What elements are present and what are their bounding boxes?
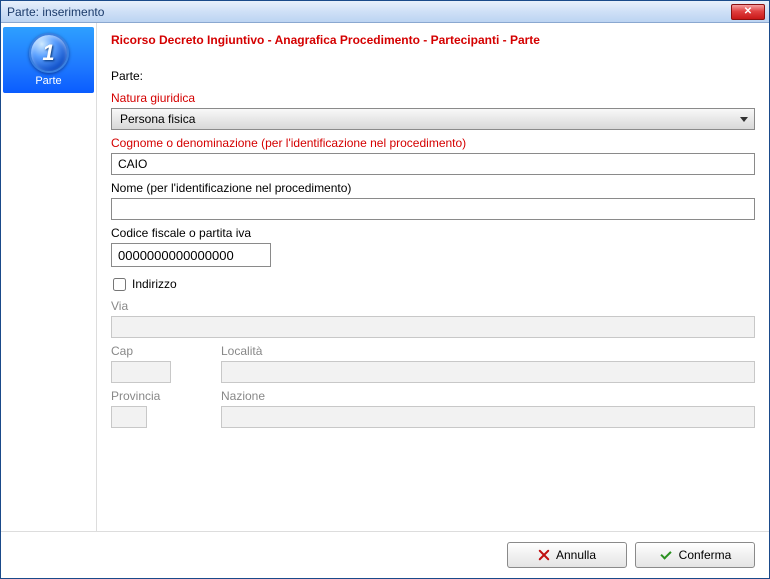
chevron-down-icon [740, 117, 748, 122]
form-content: Ricorso Decreto Ingiuntivo - Anagrafica … [97, 23, 769, 531]
window-title: Parte: inserimento [7, 5, 104, 19]
indirizzo-checkbox[interactable] [113, 278, 126, 291]
provincia-label: Provincia [111, 389, 191, 403]
cancel-icon [538, 549, 550, 561]
sidebar: 1 Parte [1, 23, 97, 531]
cf-label: Codice fiscale o partita iva [111, 226, 755, 240]
footer: Annulla Conferma [1, 531, 769, 578]
natura-value: Persona fisica [120, 112, 195, 126]
via-label: Via [111, 299, 755, 313]
confirm-icon [659, 549, 673, 561]
cap-label: Cap [111, 344, 191, 358]
step-number-badge: 1 [29, 33, 69, 73]
annulla-button[interactable]: Annulla [507, 542, 627, 568]
provincia-input [111, 406, 147, 428]
conferma-button[interactable]: Conferma [635, 542, 755, 568]
via-input [111, 316, 755, 338]
step-label: Parte [35, 75, 61, 87]
localita-input [221, 361, 755, 383]
conferma-label: Conferma [679, 548, 732, 562]
breadcrumb: Ricorso Decreto Ingiuntivo - Anagrafica … [111, 33, 755, 47]
cognome-label: Cognome o denominazione (per l'identific… [111, 136, 755, 150]
titlebar: Parte: inserimento ✕ [1, 1, 769, 23]
indirizzo-checkbox-label: Indirizzo [132, 277, 177, 291]
close-button[interactable]: ✕ [731, 4, 765, 20]
dialog-body: 1 Parte Ricorso Decreto Ingiuntivo - Ana… [1, 23, 769, 531]
nazione-label: Nazione [221, 389, 755, 403]
natura-label: Natura giuridica [111, 91, 755, 105]
step-tile-parte[interactable]: 1 Parte [3, 27, 94, 93]
cf-input[interactable] [111, 243, 271, 267]
cap-input [111, 361, 171, 383]
nome-label: Nome (per l'identificazione nel procedim… [111, 181, 755, 195]
dialog-window: Parte: inserimento ✕ 1 Parte Ricorso Dec… [0, 0, 770, 579]
cognome-input[interactable] [111, 153, 755, 175]
localita-label: Località [221, 344, 755, 358]
nome-input[interactable] [111, 198, 755, 220]
natura-select[interactable]: Persona fisica [111, 108, 755, 130]
indirizzo-checkbox-row: Indirizzo [111, 277, 755, 291]
annulla-label: Annulla [556, 548, 596, 562]
nazione-input [221, 406, 755, 428]
section-title: Parte: [111, 69, 755, 83]
close-icon: ✕ [744, 6, 752, 17]
